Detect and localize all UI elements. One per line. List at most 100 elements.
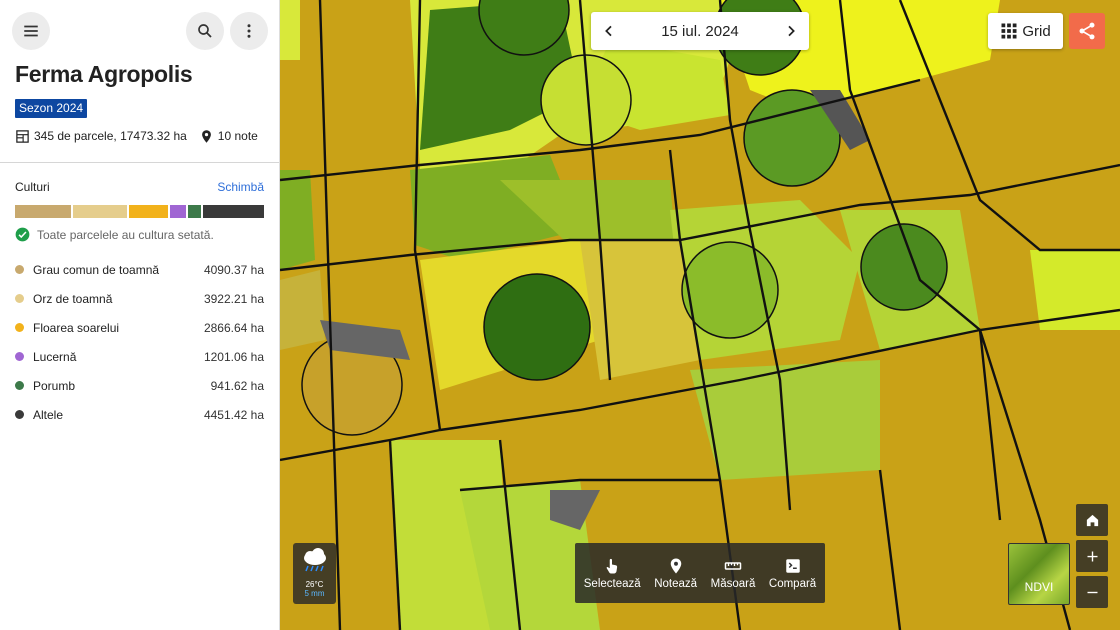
- crop-color-dot: [15, 323, 24, 332]
- map-controls: [1076, 504, 1108, 612]
- crop-row[interactable]: Floarea soarelui 2866.64 ha: [15, 313, 264, 342]
- hand-pointer-icon: [606, 558, 618, 573]
- field-region: [280, 270, 325, 350]
- crop-color-dot: [15, 410, 24, 419]
- zoom-out-button[interactable]: [1076, 576, 1108, 608]
- crop-row[interactable]: Orz de toamnă 3922.21 ha: [15, 284, 264, 313]
- measure-tool-label: Măsoară: [710, 577, 756, 590]
- farm-title: Ferma Agropolis: [15, 61, 193, 87]
- plus-icon: [1087, 551, 1097, 561]
- temperature: 26°C: [305, 580, 324, 589]
- crop-area: 941.62 ha: [210, 378, 264, 393]
- map-toolbar: Selectează Notează Măsoară Compară: [575, 543, 825, 603]
- grid-label: Grid: [1022, 22, 1051, 40]
- app-root: Ferma Agropolis Sezon 2024 345 de parcel…: [0, 0, 1120, 630]
- crop-color-dot: [15, 265, 24, 274]
- pivot-field: [681, 241, 779, 339]
- rain-cloud-icon: [303, 548, 326, 572]
- share-icon: [1079, 22, 1095, 40]
- ndvi-label: NDVI: [1024, 580, 1054, 594]
- crop-row-left: Altele: [15, 408, 63, 422]
- crop-row-left: Grau comun de toamnă: [15, 263, 159, 277]
- divider: [0, 162, 279, 163]
- crop-color-dot: [15, 352, 24, 361]
- check-circle-icon: [15, 227, 30, 242]
- measure-tool[interactable]: Măsoară: [710, 557, 756, 590]
- field-region: [1030, 250, 1120, 330]
- current-date[interactable]: 15 iul. 2024: [661, 23, 739, 40]
- zoom-in-button[interactable]: [1076, 540, 1108, 572]
- crop-name: Altele: [33, 407, 64, 422]
- crop-name: Orz de toamnă: [33, 291, 113, 306]
- crop-row-left: Porumb: [15, 379, 75, 393]
- change-crops-link[interactable]: Schimbă: [217, 180, 264, 194]
- home-button[interactable]: [1076, 504, 1108, 536]
- crop-bar-segment: [128, 205, 168, 218]
- crop-row[interactable]: Grau comun de toamnă 4090.37 ha: [15, 255, 264, 284]
- crop-row-left: Floarea soarelui: [15, 321, 119, 335]
- crop-row-left: Lucernă: [15, 350, 76, 364]
- chevron-right-icon[interactable]: [783, 23, 799, 39]
- crop-name: Lucernă: [33, 349, 77, 364]
- map-pin-icon: [201, 129, 211, 143]
- crop-list: Grau comun de toamnă 4090.37 ha Orz de toa…: [15, 255, 264, 429]
- more-vert-icon: [247, 24, 251, 38]
- notes-count[interactable]: 10 note: [218, 129, 258, 143]
- crop-bar-segment: [188, 205, 202, 218]
- select-tool[interactable]: Selectează: [584, 557, 641, 590]
- season-badge[interactable]: Sezon 2024: [15, 99, 88, 118]
- sidebar: Ferma Agropolis Sezon 2024 345 de parcel…: [0, 0, 280, 630]
- crop-color-dot: [15, 294, 24, 303]
- precipitation: 5 mm: [304, 589, 325, 598]
- crop-row[interactable]: Lucernă 1201.06 ha: [15, 342, 264, 371]
- parcels-stats-text: 345 de parcele, 17473.32 ha: [34, 129, 187, 143]
- grid-icon: [1001, 23, 1017, 39]
- more-options-button[interactable]: [230, 12, 268, 50]
- hamburger-icon: [24, 25, 38, 37]
- crop-row-left: Orz de toamnă: [15, 292, 112, 306]
- search-icon: [198, 24, 212, 38]
- crop-bar-segment: [15, 205, 71, 218]
- crop-name: Grau comun de toamnă: [33, 262, 160, 277]
- field-region: [690, 360, 880, 480]
- crop-row[interactable]: Porumb 941.62 ha: [15, 371, 264, 400]
- crop-bar-segment: [72, 205, 127, 218]
- crop-area: 4090.37 ha: [203, 262, 264, 277]
- ndvi-layer-toggle[interactable]: NDVI: [1008, 543, 1070, 605]
- crop-area: 2866.64 ha: [203, 320, 264, 335]
- compare-icon: [785, 558, 800, 573]
- satellite-map[interactable]: 15 iul. 2024 Grid 26°C 5 mm Selectează N…: [280, 0, 1120, 630]
- chevron-left-icon[interactable]: [601, 23, 617, 39]
- crop-area: 3922.21 ha: [203, 291, 264, 306]
- all-set-text: Toate parcelele au cultura setată.: [37, 227, 214, 242]
- note-tool-label: Notează: [654, 577, 698, 590]
- note-tool[interactable]: Notează: [654, 557, 697, 590]
- pivot-field: [483, 273, 591, 381]
- ruler-icon: [724, 561, 742, 570]
- crop-area: 4451.42 ha: [203, 407, 264, 422]
- crop-name: Floarea soarelui: [33, 320, 120, 335]
- date-selector: 15 iul. 2024: [591, 12, 809, 50]
- map-pin-icon: [670, 558, 681, 573]
- farm-stats: 345 de parcele, 17473.32 ha 10 note: [15, 128, 258, 144]
- select-tool-label: Selectează: [583, 577, 641, 590]
- crop-color-dot: [15, 381, 24, 390]
- crop-bar-segment: [169, 205, 187, 218]
- crop-row[interactable]: Altele 4451.42 ha: [15, 400, 264, 429]
- ndvi-field-map[interactable]: [280, 0, 1120, 630]
- crop-area: 1201.06 ha: [203, 349, 264, 364]
- share-button[interactable]: [1069, 13, 1105, 49]
- field-region: [580, 240, 700, 380]
- parcels-icon: [16, 129, 29, 143]
- crop-name: Porumb: [33, 378, 76, 393]
- compare-tool[interactable]: Compară: [769, 557, 816, 590]
- grid-button[interactable]: Grid: [988, 13, 1063, 49]
- crop-bar-segment: [203, 205, 264, 218]
- home-icon: [1086, 514, 1098, 526]
- menu-button[interactable]: [12, 12, 50, 50]
- field-region: [280, 0, 300, 60]
- weather-widget[interactable]: 26°C 5 mm: [293, 543, 336, 604]
- all-set-status: Toate parcelele au cultura setată.: [15, 227, 214, 242]
- minus-icon: [1087, 591, 1097, 593]
- search-button[interactable]: [186, 12, 224, 50]
